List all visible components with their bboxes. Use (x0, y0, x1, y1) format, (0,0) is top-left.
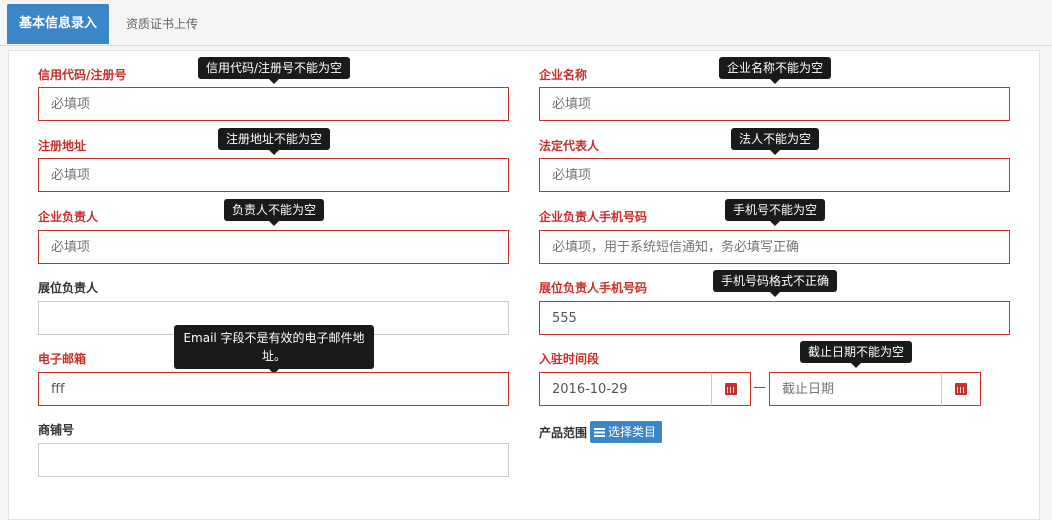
company-manager-error-tip: 负责人不能为空 (224, 199, 325, 226)
reg-address-input[interactable] (38, 158, 509, 192)
legal-rep-input[interactable] (539, 158, 1010, 192)
credit-code-label: 信用代码/注册号 (38, 68, 127, 82)
legal-rep-error-tip: 法人不能为空 (731, 128, 820, 155)
select-category-button[interactable]: 选择类目 (590, 421, 663, 443)
email-error-tip: Email 字段不是有效的电子邮件地址。 (174, 325, 374, 374)
shop-no-input[interactable] (38, 443, 509, 477)
tab-bar: 基本信息录入 资质证书上传 (0, 0, 1052, 46)
calendar-icon (725, 383, 737, 395)
calendar-icon (955, 383, 967, 395)
entry-time-label: 入驻时间段 (539, 352, 600, 366)
reg-address-error-tip: 注册地址不能为空 (218, 128, 331, 155)
company-manager-phone-error-tip: 手机号不能为空 (725, 199, 826, 226)
date-range-separator: — (753, 380, 766, 395)
company-manager-phone-input[interactable] (539, 230, 1010, 264)
entry-end-date-input[interactable] (769, 372, 942, 406)
booth-manager-phone-error-tip: 手机号码格式不正确 (713, 270, 838, 297)
email-label: 电子邮箱 (38, 352, 87, 366)
company-manager-label: 企业负责人 (38, 210, 99, 224)
booth-manager-phone-input[interactable] (539, 301, 1010, 335)
entry-start-date-input[interactable] (539, 372, 712, 406)
select-category-label: 选择类目 (608, 425, 657, 439)
end-date-error-tip: 截止日期不能为空 (800, 341, 913, 368)
reg-address-label: 注册地址 (38, 139, 87, 153)
legal-rep-label: 法定代表人 (539, 139, 600, 153)
credit-code-input[interactable] (38, 87, 509, 121)
list-icon (594, 427, 605, 437)
company-manager-input[interactable] (38, 230, 509, 264)
start-date-picker-button[interactable] (711, 372, 751, 406)
email-input[interactable] (38, 372, 509, 406)
tab-basic-info[interactable]: 基本信息录入 (7, 4, 109, 44)
company-name-label: 企业名称 (539, 68, 588, 82)
booth-manager-label: 展位负责人 (38, 281, 99, 295)
company-name-error-tip: 企业名称不能为空 (719, 57, 832, 84)
booth-manager-phone-label: 展位负责人手机号码 (539, 281, 648, 295)
credit-code-error-tip: 信用代码/注册号不能为空 (198, 57, 351, 84)
tab-cert-upload[interactable]: 资质证书上传 (114, 4, 210, 44)
company-manager-phone-label: 企业负责人手机号码 (539, 210, 648, 224)
shop-no-label: 商铺号 (38, 423, 75, 437)
product-scope-label: 产品范围 (539, 426, 588, 440)
end-date-picker-button[interactable] (941, 372, 981, 406)
company-name-input[interactable] (539, 87, 1010, 121)
